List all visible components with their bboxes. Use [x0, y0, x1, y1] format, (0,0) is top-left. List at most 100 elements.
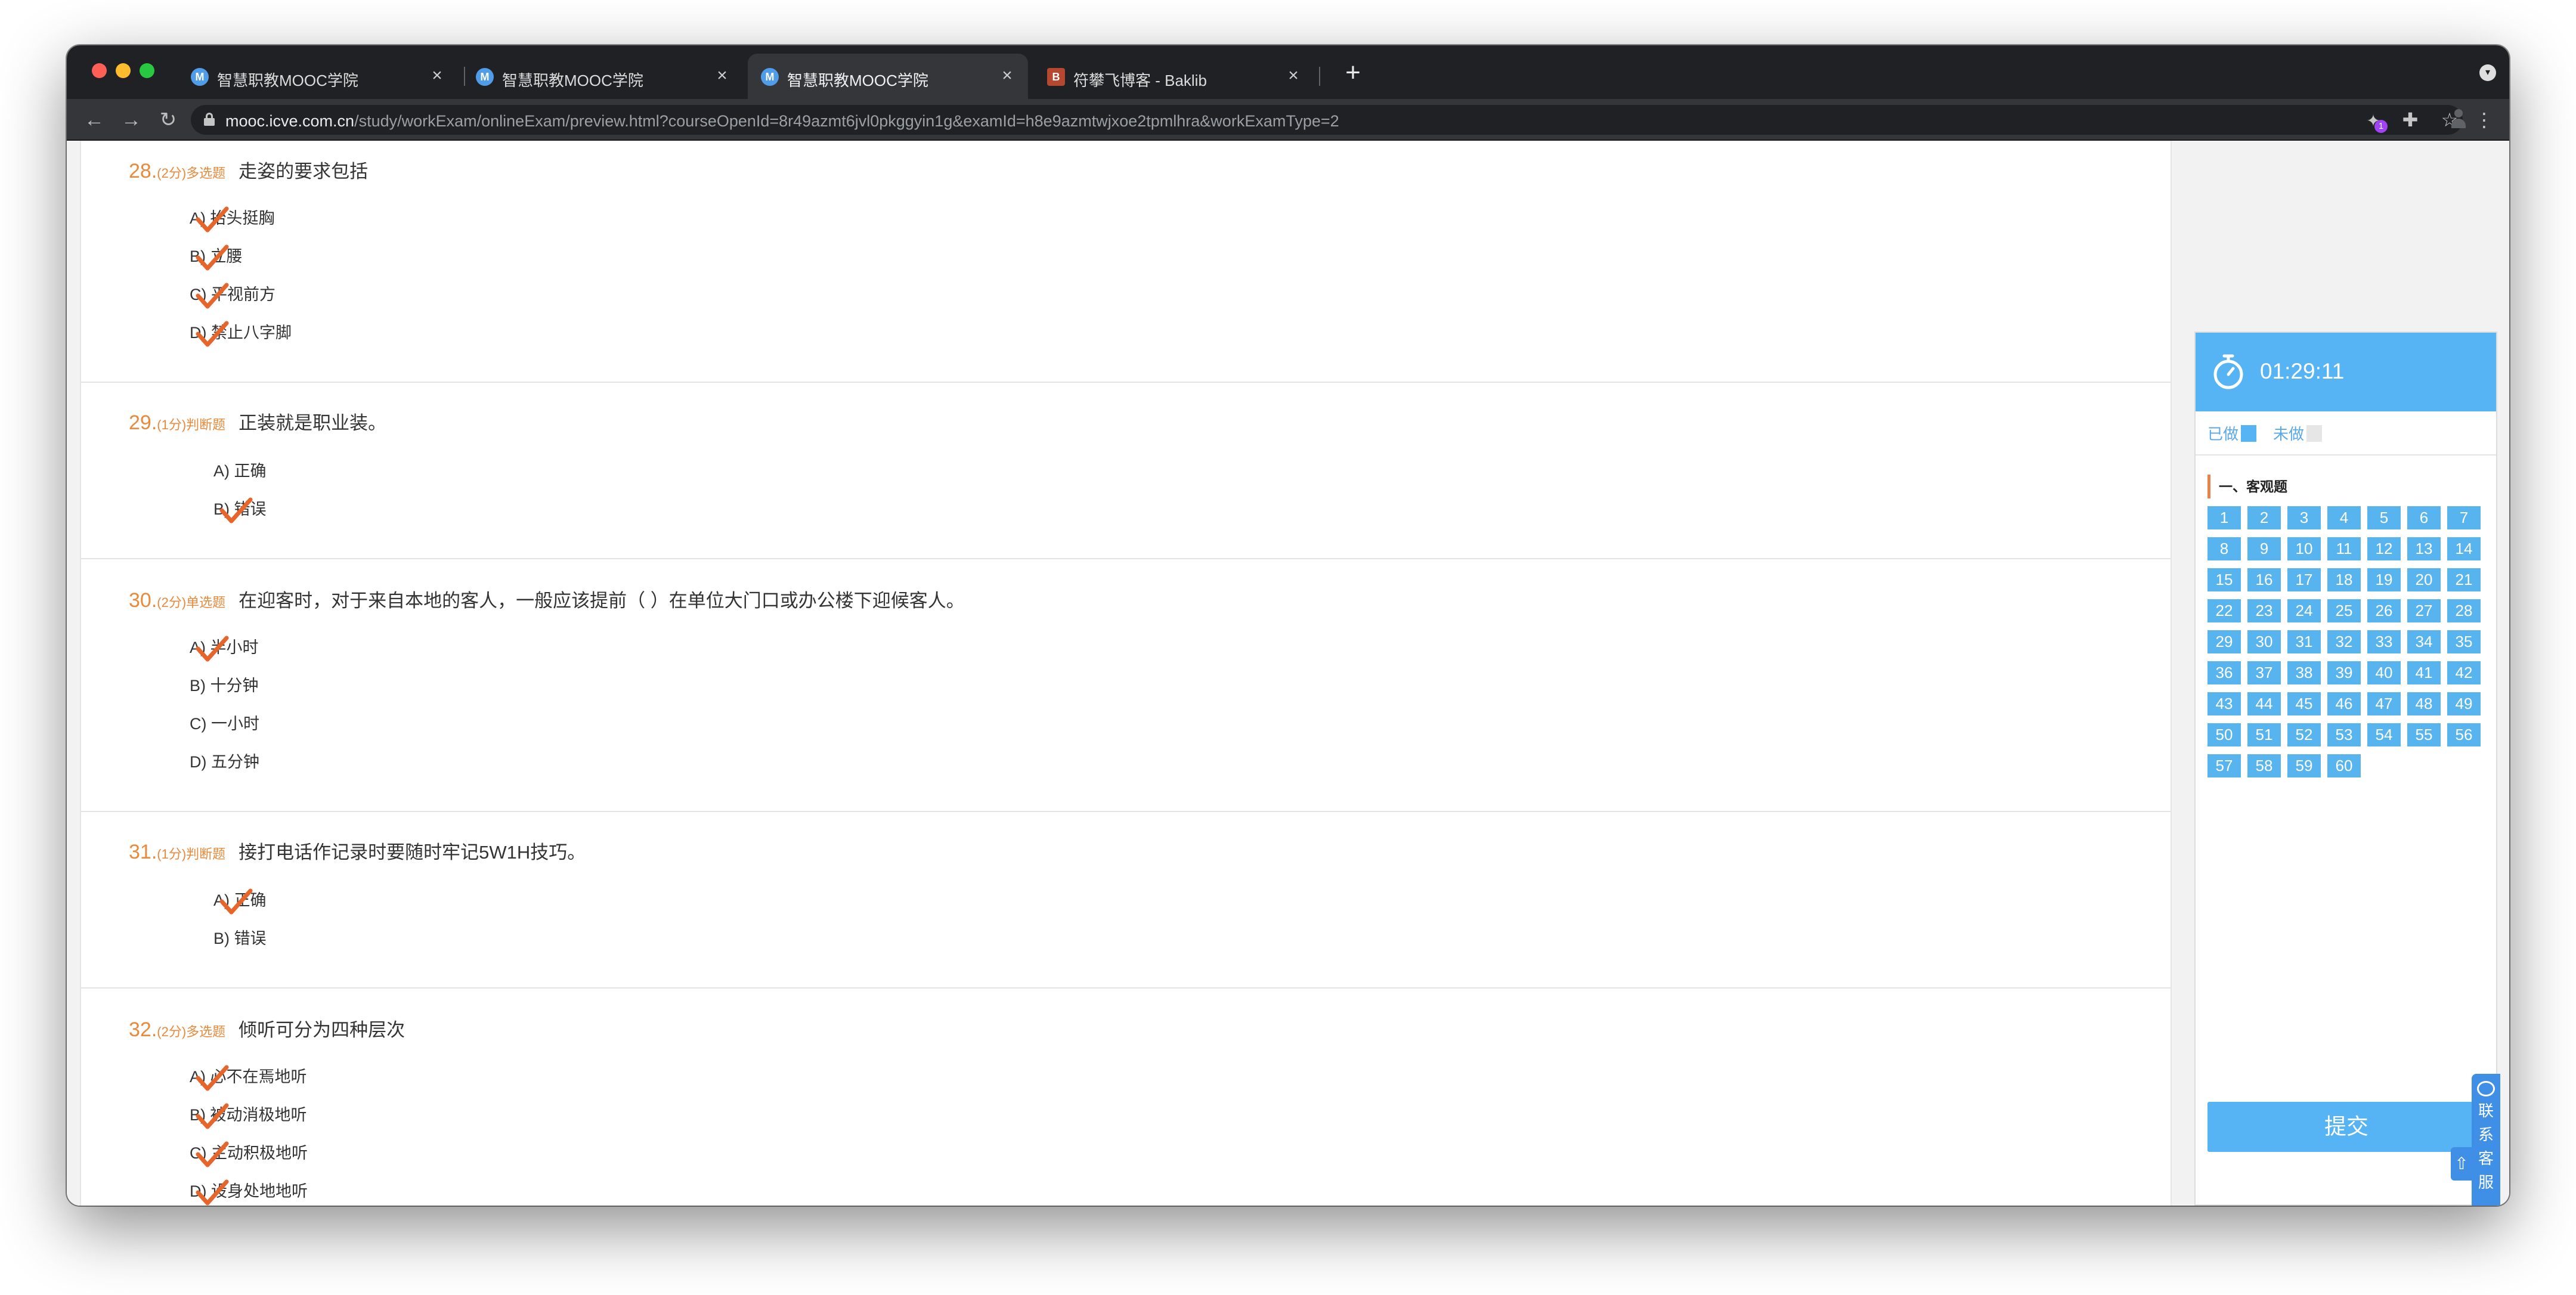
- question-jump-button[interactable]: 60: [2327, 754, 2361, 777]
- reload-icon[interactable]: ↻: [154, 106, 182, 134]
- extension-icon[interactable]: ✦ 1: [2359, 106, 2388, 134]
- back-to-top-icon[interactable]: ⇧: [2451, 1147, 2472, 1181]
- question-jump-button[interactable]: 8: [2207, 537, 2241, 560]
- question-jump-button[interactable]: 57: [2207, 754, 2241, 777]
- checkmark-icon: [196, 1141, 229, 1167]
- question-jump-button[interactable]: 12: [2367, 537, 2401, 560]
- submit-button[interactable]: 提交: [2207, 1102, 2485, 1152]
- question-jump-button[interactable]: 38: [2287, 661, 2321, 684]
- forward-arrow-icon[interactable]: →: [117, 106, 145, 134]
- question-jump-button[interactable]: 46: [2327, 692, 2361, 715]
- question-jump-button[interactable]: 28: [2447, 599, 2481, 622]
- minimize-window-button[interactable]: [116, 63, 131, 78]
- tab-search-icon[interactable]: ▾: [2479, 64, 2496, 81]
- question-jump-button[interactable]: 31: [2287, 630, 2321, 653]
- question-jump-button[interactable]: 36: [2207, 661, 2241, 684]
- close-window-button[interactable]: [92, 63, 107, 78]
- question-jump-button[interactable]: 2: [2247, 506, 2281, 529]
- checkmark-icon: [196, 283, 229, 309]
- question-jump-button[interactable]: 3: [2287, 506, 2321, 529]
- question-jump-button[interactable]: 43: [2207, 692, 2241, 715]
- question-jump-button[interactable]: 35: [2447, 630, 2481, 653]
- answer-legend: 已做 未做: [2207, 422, 2339, 446]
- question-jump-button[interactable]: 49: [2447, 692, 2481, 715]
- question-jump-button[interactable]: 52: [2287, 723, 2321, 746]
- section-title: 一、客观题: [2207, 475, 2287, 498]
- question-jump-button[interactable]: 20: [2407, 568, 2441, 591]
- checkmark-icon: [196, 1103, 229, 1129]
- question-jump-button[interactable]: 56: [2447, 723, 2481, 746]
- option-b[interactable]: B) 错误: [213, 925, 267, 949]
- question-jump-button[interactable]: 41: [2407, 661, 2441, 684]
- question-jump-button[interactable]: 10: [2287, 537, 2321, 560]
- question-score: (2分): [157, 595, 187, 610]
- question-jump-button[interactable]: 44: [2247, 692, 2281, 715]
- question-jump-button[interactable]: 1: [2207, 506, 2241, 529]
- menu-kebab-icon[interactable]: ⋮: [2470, 106, 2498, 134]
- question-jump-button[interactable]: 30: [2247, 630, 2281, 653]
- new-tab-button[interactable]: +: [1339, 58, 1367, 87]
- question-jump-button[interactable]: 25: [2327, 599, 2361, 622]
- tab-close-icon[interactable]: ×: [712, 66, 732, 86]
- question-jump-button[interactable]: 21: [2447, 568, 2481, 591]
- question-jump-button[interactable]: 40: [2367, 661, 2401, 684]
- tab-close-icon[interactable]: ×: [1283, 66, 1304, 86]
- question-jump-button[interactable]: 5: [2367, 506, 2401, 529]
- page-viewport: 28.(2分)多选题 走姿的要求包括 A) 抬头挺胸 B) 立腰 C) 平视前方 …: [67, 141, 2509, 1206]
- question-jump-button[interactable]: 17: [2287, 568, 2321, 591]
- extensions-puzzle-icon[interactable]: ✚: [2396, 106, 2425, 134]
- profile-avatar-icon[interactable]: [2434, 106, 2463, 134]
- question-jump-button[interactable]: 37: [2247, 661, 2281, 684]
- question-jump-button[interactable]: 9: [2247, 537, 2281, 560]
- maximize-window-button[interactable]: [140, 63, 154, 78]
- browser-tab-2[interactable]: M 智慧职教MOOC学院 ×: [463, 54, 743, 99]
- question-score: (2分): [157, 1024, 187, 1039]
- question-jump-button[interactable]: 26: [2367, 599, 2401, 622]
- question-jump-button[interactable]: 53: [2327, 723, 2361, 746]
- question-jump-button[interactable]: 54: [2367, 723, 2401, 746]
- browser-tab-3-active[interactable]: M 智慧职教MOOC学院 ×: [748, 54, 1028, 99]
- question-jump-button[interactable]: 33: [2367, 630, 2401, 653]
- browser-tab-4[interactable]: B 符攀飞博客 - Baklib ×: [1034, 54, 1314, 99]
- back-arrow-icon[interactable]: ←: [80, 106, 109, 134]
- question-jump-button[interactable]: 58: [2247, 754, 2281, 777]
- question-jump-button[interactable]: 50: [2207, 723, 2241, 746]
- question-jump-button[interactable]: 19: [2367, 568, 2401, 591]
- tab-close-icon[interactable]: ×: [997, 66, 1017, 86]
- url-text[interactable]: mooc.icve.com.cn/study/workExam/onlineEx…: [225, 112, 1339, 131]
- question-jump-button[interactable]: 24: [2287, 599, 2321, 622]
- browser-tab-1[interactable]: M 智慧职教MOOC学院 ×: [178, 54, 458, 99]
- question-jump-button[interactable]: 34: [2407, 630, 2441, 653]
- tab-close-icon[interactable]: ×: [427, 66, 447, 86]
- question-jump-button[interactable]: 13: [2407, 537, 2441, 560]
- contact-support-tab[interactable]: 联系客服: [2472, 1074, 2500, 1206]
- question-jump-button[interactable]: 59: [2287, 754, 2321, 777]
- option-b[interactable]: B) 十分钟: [190, 673, 259, 696]
- question-type: 多选题: [186, 166, 226, 181]
- question-jump-button[interactable]: 6: [2407, 506, 2441, 529]
- question-jump-button[interactable]: 18: [2327, 568, 2361, 591]
- question-jump-button[interactable]: 42: [2447, 661, 2481, 684]
- question-jump-button[interactable]: 4: [2327, 506, 2361, 529]
- address-bar[interactable]: mooc.icve.com.cn/study/workExam/onlineEx…: [191, 105, 2463, 135]
- question-jump-button[interactable]: 55: [2407, 723, 2441, 746]
- option-c[interactable]: C) 一小时: [190, 711, 259, 734]
- question-jump-button[interactable]: 15: [2207, 568, 2241, 591]
- question-jump-button[interactable]: 45: [2287, 692, 2321, 715]
- option-a[interactable]: A) 正确: [213, 458, 267, 481]
- question-jump-button[interactable]: 32: [2327, 630, 2361, 653]
- question-jump-button[interactable]: 14: [2447, 537, 2481, 560]
- question-jump-button[interactable]: 11: [2327, 537, 2361, 560]
- question-jump-button[interactable]: 51: [2247, 723, 2281, 746]
- question-jump-button[interactable]: 23: [2247, 599, 2281, 622]
- question-jump-button[interactable]: 29: [2207, 630, 2241, 653]
- question-jump-button[interactable]: 39: [2327, 661, 2361, 684]
- question-jump-button[interactable]: 47: [2367, 692, 2401, 715]
- question-jump-button[interactable]: 27: [2407, 599, 2441, 622]
- option-d[interactable]: D) 五分钟: [190, 749, 259, 772]
- question-jump-button[interactable]: 16: [2247, 568, 2281, 591]
- question-jump-button[interactable]: 7: [2447, 506, 2481, 529]
- question-jump-button[interactable]: 48: [2407, 692, 2441, 715]
- question-jump-button[interactable]: 22: [2207, 599, 2241, 622]
- checkmark-icon: [196, 244, 229, 271]
